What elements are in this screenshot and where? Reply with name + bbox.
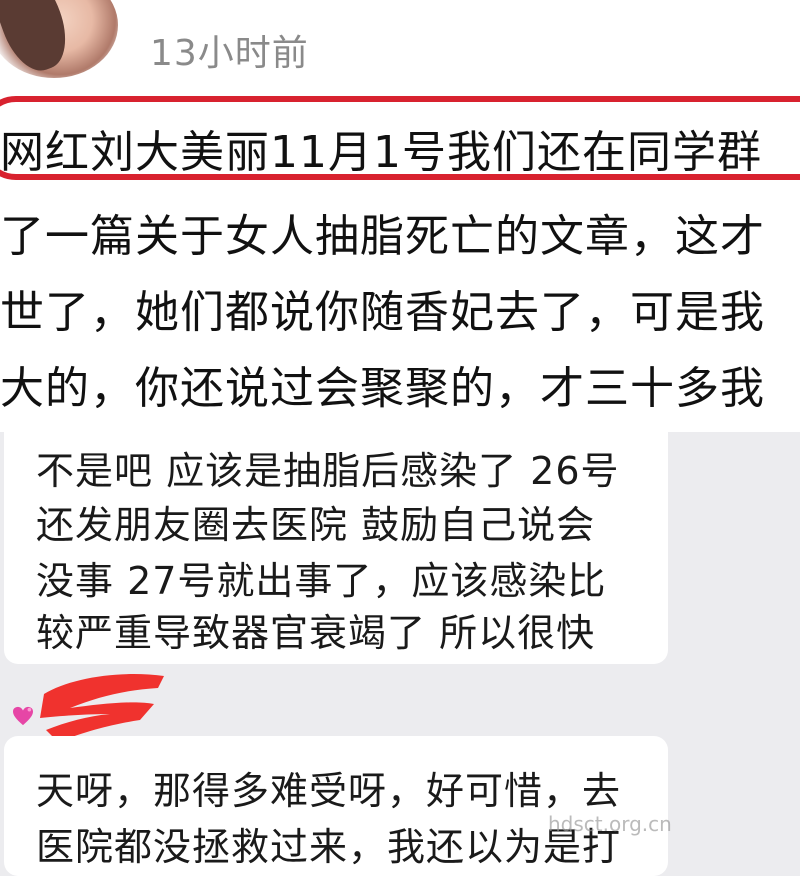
reply-2-line-1: 天呀，那得多难受呀，好可惜，去 (36, 769, 622, 813)
reply-2-line-2: 医院都没拯救过来，我还以为是打 (36, 825, 622, 869)
heart-icon (13, 706, 33, 726)
reply-1-line-1: 不是吧 应该是抽脂后感染了 26号 (36, 449, 620, 493)
post-timestamp: 13小时前 (150, 33, 309, 74)
post-panel: 13小时前 网红刘大美丽11月1号我们还在同学群 了一篇关于女人抽脂死亡的文章，… (0, 0, 800, 432)
post-text-line-1: 网红刘大美丽11月1号我们还在同学群 (0, 127, 762, 178)
reply-1-line-4: 较严重导致器官衰竭了 所以很快 (36, 611, 596, 655)
watermark: hdsct.org.cn (548, 812, 672, 836)
post-text-line-2: 了一篇关于女人抽脂死亡的文章，这才 (0, 211, 765, 262)
redaction-scribble (40, 674, 164, 742)
post-text-line-3: 世了，她们都说你随香妃去了，可是我 (0, 287, 765, 338)
reply-1-line-3: 没事 27号就出事了，应该感染比 (36, 559, 607, 603)
avatar[interactable] (0, 0, 118, 78)
post-text-line-4: 大的，你还说过会聚聚的，才三十多我 (0, 363, 765, 414)
avatar-hair (0, 0, 78, 78)
reply-1-line-2: 还发朋友圈去医院 鼓励自己说会 (36, 503, 596, 547)
